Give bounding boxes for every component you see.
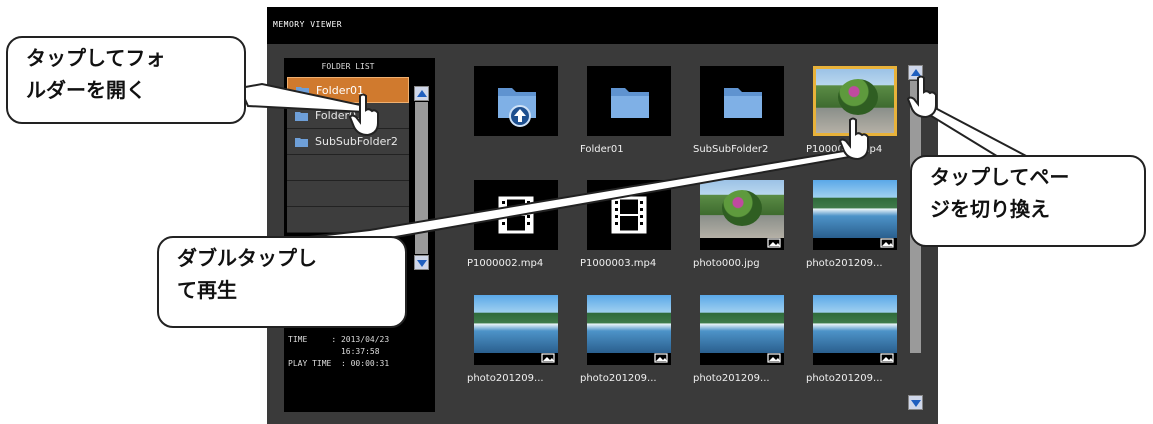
callout-open-folder-line1: タップしてフォ [26, 46, 166, 70]
callout-page-switch: タップしてペー ジを切り換え [910, 155, 1146, 247]
callout-open-folder: タップしてフォ ルダーを開く [6, 36, 246, 124]
callout-page-switch-line1: タップしてペー [930, 165, 1070, 189]
pointer-open-folder [238, 82, 366, 114]
callout-double-tap-line2: て再生 [177, 278, 237, 302]
callout-open-folder-line2: ルダーを開く [26, 78, 146, 102]
callout-page-switch-line2: ジを切り換え [930, 197, 1050, 221]
hand-pointer-icon [838, 117, 869, 160]
callout-double-tap: ダブルタップし て再生 [157, 236, 407, 328]
callout-double-tap-line1: ダブルタップし [177, 246, 317, 270]
hand-pointer-icon [906, 75, 937, 118]
hand-pointer-icon [348, 93, 379, 136]
